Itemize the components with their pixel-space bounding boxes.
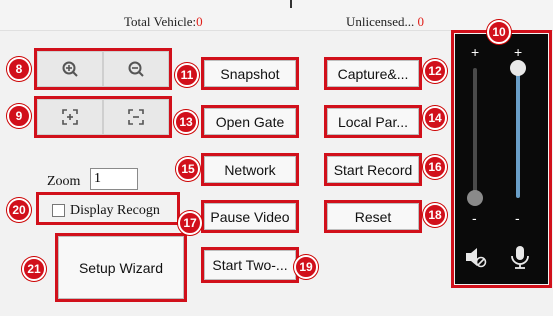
reset-label: Reset [354, 208, 392, 225]
open-gate-button[interactable]: Open Gate [204, 108, 296, 135]
local-param-label: Local Par... [337, 113, 409, 130]
plate-recognition-control-panel: Total Vehicle:0 Unlicensed... 0 Zoom Dis… [0, 0, 553, 316]
total-vehicle-label: Total Vehicle: [124, 14, 197, 29]
start-two-way-label: Start Two-... [212, 257, 288, 273]
zoom-in-button[interactable] [37, 51, 103, 87]
annotation-badge-21: 21 [22, 257, 46, 281]
zoom-in-icon [62, 61, 78, 77]
mic-minus-label: - [515, 210, 520, 226]
start-record-button[interactable]: Start Record [327, 156, 419, 183]
speaker-plus-label: + [471, 44, 480, 60]
snapshot-label: Snapshot [220, 65, 280, 82]
local-param-button[interactable]: Local Par... [327, 108, 419, 135]
annotation-badge-12: 12 [423, 59, 447, 83]
capture-button[interactable]: Capture&... [327, 60, 419, 87]
setup-wizard-button[interactable]: Setup Wizard [58, 236, 184, 299]
mic-volume-slider[interactable] [516, 68, 520, 198]
status-bar: Total Vehicle:0 Unlicensed... 0 [0, 0, 553, 31]
pause-video-label: Pause Video [210, 208, 290, 225]
zoom-label: Zoom [47, 174, 81, 189]
capture-label: Capture&... [337, 65, 409, 82]
annotation-badge-9: 9 [7, 104, 31, 128]
annotation-badge-15: 15 [176, 157, 200, 181]
speaker-volume-thumb[interactable] [467, 190, 483, 206]
speaker-mute-icon [466, 248, 487, 268]
mic-plus-label: + [514, 44, 523, 60]
start-two-way-button[interactable]: Start Two-... [204, 250, 296, 280]
annotation-badge-14: 14 [423, 106, 447, 130]
annotation-badge-17: 17 [178, 211, 202, 235]
annotation-badge-13: 13 [174, 110, 198, 134]
zoom-out-button[interactable] [103, 51, 169, 87]
annotation-badge-18: 18 [423, 203, 447, 227]
mic-volume-thumb[interactable] [510, 60, 526, 76]
annotation-badge-10: 10 [487, 20, 511, 44]
annotation-badge-16: 16 [423, 155, 447, 179]
shrink-button[interactable] [103, 99, 169, 135]
total-vehicle-counter: Total Vehicle:0 [124, 14, 203, 30]
zoom-input[interactable] [90, 168, 138, 190]
speaker-minus-label: - [472, 210, 477, 226]
annotation-badge-20: 20 [7, 198, 31, 222]
network-button[interactable]: Network [204, 156, 296, 183]
display-recognition-checkbox[interactable] [52, 204, 65, 217]
display-recognition-label: Display Recogn [70, 203, 160, 218]
unlicensed-counter: Unlicensed... 0 [346, 14, 424, 30]
start-record-label: Start Record [333, 161, 413, 178]
reset-button[interactable]: Reset [327, 203, 419, 230]
setup-wizard-label: Setup Wizard [78, 259, 164, 276]
microphone-icon [511, 246, 529, 269]
annotation-badge-19: 19 [294, 255, 318, 279]
expand-icon [62, 109, 78, 125]
microphone-button[interactable] [507, 244, 533, 270]
speaker-volume-slider[interactable] [473, 68, 477, 198]
unlicensed-value: 0 [417, 14, 424, 29]
shrink-icon [128, 109, 144, 125]
volume-panel: + + - - [455, 34, 548, 284]
network-label: Network [224, 161, 276, 178]
annotation-badge-11: 11 [175, 63, 199, 87]
snapshot-button[interactable]: Snapshot [204, 60, 296, 87]
annotation-badge-8: 8 [7, 57, 31, 81]
open-gate-label: Open Gate [215, 113, 285, 130]
speaker-mute-button[interactable] [463, 244, 489, 270]
divider-notch [290, 0, 292, 8]
total-vehicle-value: 0 [196, 14, 203, 29]
unlicensed-label: Unlicensed... [346, 14, 415, 29]
pause-video-button[interactable]: Pause Video [204, 203, 296, 230]
expand-button[interactable] [37, 99, 103, 135]
zoom-out-icon [128, 61, 144, 77]
